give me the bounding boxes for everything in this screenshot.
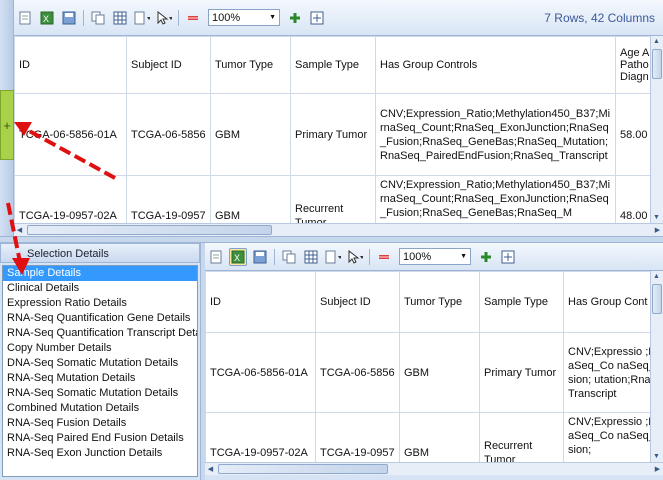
annotation-arrows bbox=[6, 122, 116, 275]
annotation-arrowhead-lower bbox=[12, 258, 30, 275]
annotation-arrow-lower bbox=[6, 202, 22, 263]
annotation-arrowhead-upper bbox=[14, 122, 32, 136]
annotation-arrow-upper bbox=[21, 125, 116, 180]
